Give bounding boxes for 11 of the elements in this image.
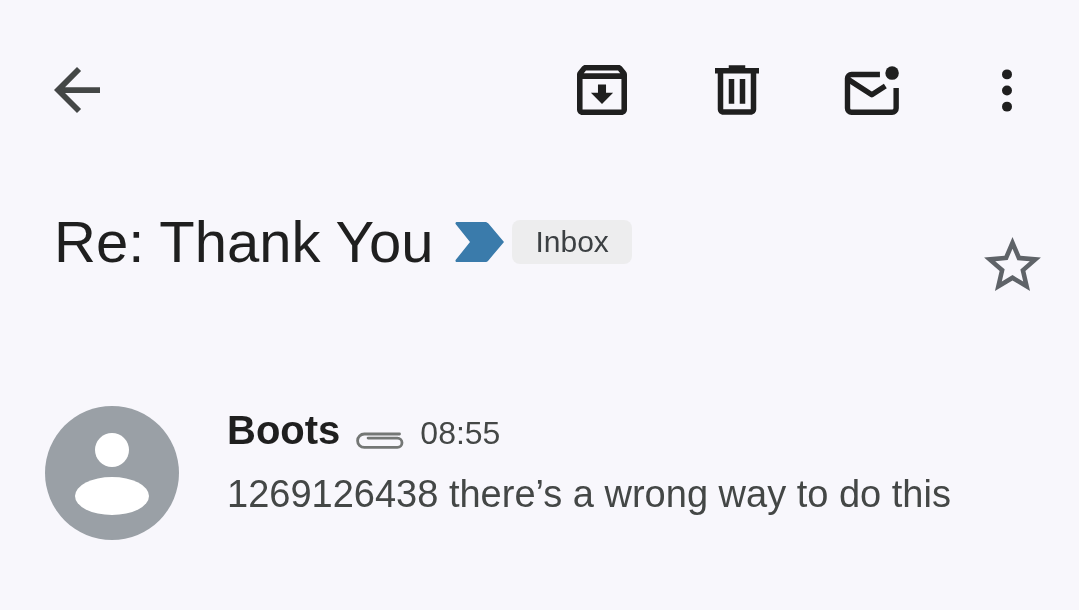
envelope-with-dot-icon xyxy=(843,65,901,115)
message-snippet: 1269126438 there’s a wrong way to do this xyxy=(227,472,951,517)
message-time: 08:55 xyxy=(420,414,501,453)
trash-icon xyxy=(715,65,759,115)
more-vertical-icon xyxy=(1000,68,1014,112)
avatar-icon xyxy=(45,406,179,540)
subject-title: Re: Thank You xyxy=(54,208,434,276)
arrow-left-icon xyxy=(54,67,100,113)
sender-name: Boots xyxy=(227,407,341,454)
label-chip[interactable]: Inbox xyxy=(512,219,632,264)
archive-icon xyxy=(577,65,627,115)
